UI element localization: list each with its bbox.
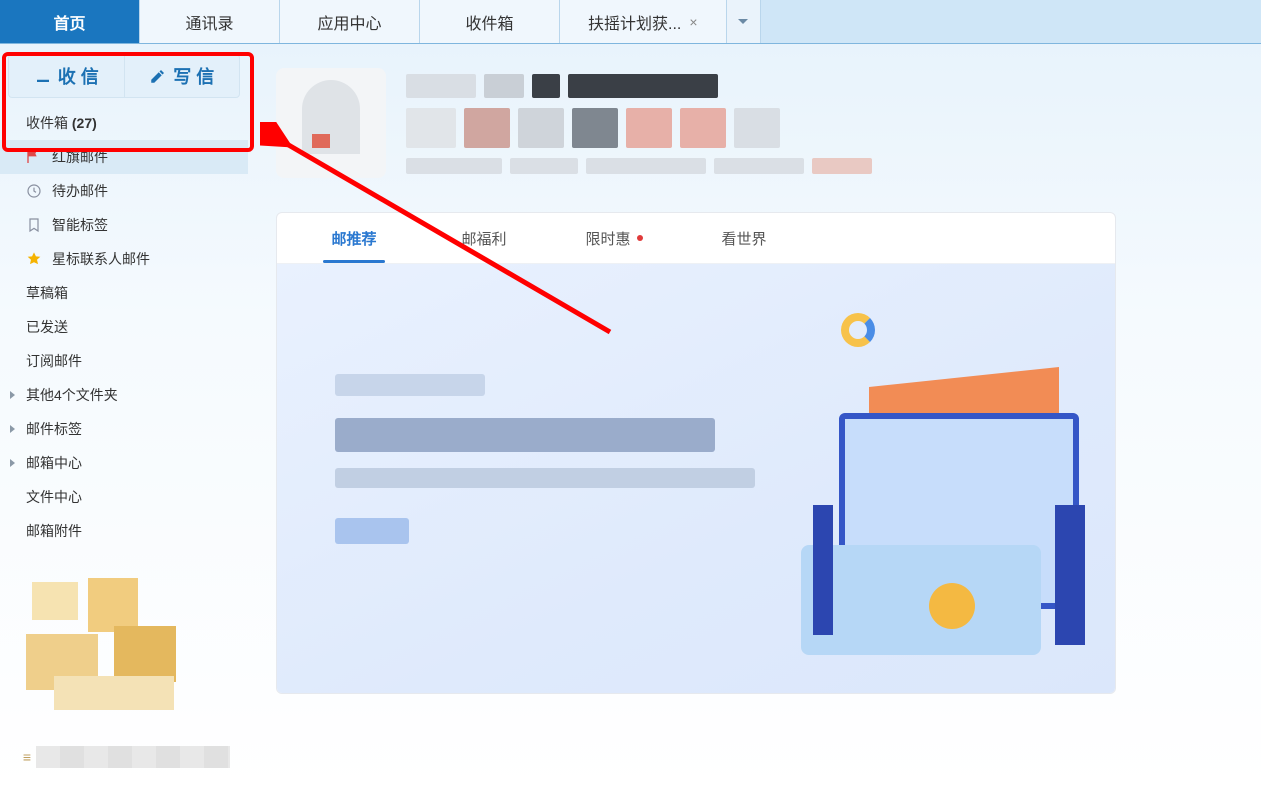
- sidebar-item-drafts[interactable]: 草稿箱: [0, 276, 248, 310]
- tab-home-label: 首页: [53, 10, 85, 34]
- sidebar-item-label: 收件箱: [26, 113, 68, 133]
- tab-inbox[interactable]: 收件箱: [420, 0, 560, 43]
- close-icon[interactable]: ×: [689, 14, 697, 30]
- promo-card: 邮推荐 邮福利 限时惠 看世界: [276, 212, 1116, 694]
- sidebar-item-attachments[interactable]: 邮箱附件: [0, 514, 248, 548]
- tab-inbox-label: 收件箱: [465, 10, 513, 34]
- compose-bar: 收 信 写 信: [8, 54, 240, 98]
- flag-icon: [26, 149, 42, 165]
- chevron-right-icon: [8, 458, 18, 468]
- sidebar-ad-placeholder: [18, 576, 208, 736]
- sidebar-item-label: 草稿箱: [26, 283, 68, 303]
- tab-contacts-label: 通讯录: [185, 10, 233, 34]
- top-tab-bar: 首页 通讯录 应用中心 收件箱 扶摇计划获... ×: [0, 0, 1261, 44]
- sidebar-item-label: 智能标签: [52, 215, 108, 235]
- sidebar-item-mail-center[interactable]: 邮箱中心: [0, 446, 248, 480]
- tab-more[interactable]: [727, 0, 761, 43]
- sidebar-item-subscribed[interactable]: 订阅邮件: [0, 344, 248, 378]
- sidebar-item-label: 星标联系人邮件: [52, 249, 150, 269]
- card-tab-recommend[interactable]: 邮推荐: [289, 213, 419, 263]
- notification-dot-icon: [637, 235, 643, 241]
- tab-contacts[interactable]: 通讯录: [140, 0, 280, 43]
- inbox-count: (27): [72, 115, 97, 131]
- tab-message-label: 扶摇计划获...: [588, 10, 681, 34]
- card-tab-label: 邮福利: [461, 228, 506, 249]
- sidebar-item-todo[interactable]: 待办邮件: [0, 174, 248, 208]
- chevron-down-icon: [737, 16, 749, 28]
- tab-apps-label: 应用中心: [317, 10, 381, 34]
- promo-card-body: [277, 263, 1115, 693]
- profile-header-blurred: [276, 68, 1233, 184]
- promo-text-blurred: [335, 374, 715, 560]
- card-tab-limited[interactable]: 限时惠: [549, 213, 679, 263]
- sidebar-item-sent[interactable]: 已发送: [0, 310, 248, 344]
- sidebar-item-label: 其他4个文件夹: [26, 385, 118, 405]
- sidebar-item-label: 邮箱中心: [26, 453, 82, 473]
- sidebar-footer-strip: ≡: [18, 746, 230, 768]
- sidebar-item-inbox[interactable]: 收件箱 (27): [0, 106, 248, 140]
- sidebar-item-mail-tags[interactable]: 邮件标签: [0, 412, 248, 446]
- sidebar-item-label: 邮箱附件: [26, 521, 82, 541]
- sidebar-item-other-folders[interactable]: 其他4个文件夹: [0, 378, 248, 412]
- receive-label: 收 信: [58, 63, 99, 89]
- download-icon: [34, 67, 52, 85]
- clock-icon: [26, 183, 42, 199]
- tab-apps[interactable]: 应用中心: [280, 0, 420, 43]
- tab-home[interactable]: 首页: [0, 0, 140, 43]
- profile-info-blurred: [406, 68, 1233, 184]
- sidebar-item-flagged[interactable]: 红旗邮件: [0, 140, 248, 174]
- card-tab-label: 看世界: [721, 228, 766, 249]
- blurred-text-strip: [36, 746, 230, 768]
- sidebar-item-file-center[interactable]: 文件中心: [0, 480, 248, 514]
- write-button[interactable]: 写 信: [124, 54, 241, 98]
- chevron-right-icon: [8, 424, 18, 434]
- sidebar-item-label: 已发送: [26, 317, 68, 337]
- sidebar-item-label: 文件中心: [26, 487, 82, 507]
- nav-list: 收件箱 (27) 红旗邮件 待办邮件 智能标签 星标联系人邮件 草稿箱: [0, 106, 248, 548]
- write-label: 写 信: [173, 63, 214, 89]
- sidebar-item-label: 待办邮件: [52, 181, 108, 201]
- tab-message[interactable]: 扶摇计划获... ×: [560, 0, 727, 43]
- card-tab-welfare[interactable]: 邮福利: [419, 213, 549, 263]
- card-tab-label: 限时惠: [585, 228, 630, 249]
- star-icon: [26, 251, 42, 267]
- sidebar-item-label: 订阅邮件: [26, 351, 82, 371]
- chevron-right-icon: [8, 390, 18, 400]
- sidebar-item-label: 邮件标签: [26, 419, 82, 439]
- pencil-icon: [149, 67, 167, 85]
- sidebar-item-label: 红旗邮件: [52, 147, 108, 167]
- card-tab-bar: 邮推荐 邮福利 限时惠 看世界: [277, 213, 1115, 263]
- sidebar: 收 信 写 信 收件箱 (27) 红旗邮件 待办邮件 智能标签: [0, 44, 248, 789]
- main-content: 邮推荐 邮福利 限时惠 看世界: [248, 44, 1261, 789]
- drag-handle-icon: ≡: [18, 749, 36, 765]
- sidebar-item-star-contacts[interactable]: 星标联系人邮件: [0, 242, 248, 276]
- card-tab-world[interactable]: 看世界: [679, 213, 809, 263]
- receive-button[interactable]: 收 信: [8, 54, 124, 98]
- avatar-placeholder: [276, 68, 386, 178]
- bookmark-icon: [26, 217, 42, 233]
- sidebar-item-smart-tag[interactable]: 智能标签: [0, 208, 248, 242]
- promo-illustration: [765, 305, 1085, 675]
- card-tab-label: 邮推荐: [331, 228, 376, 249]
